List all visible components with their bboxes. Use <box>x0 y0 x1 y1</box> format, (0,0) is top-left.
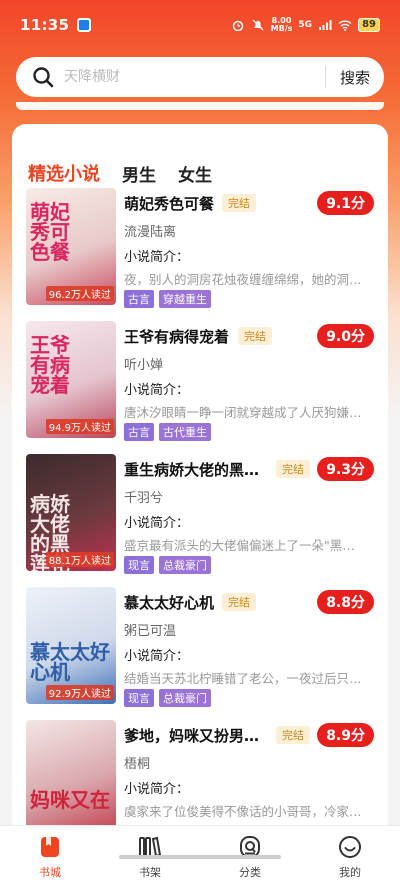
genre-tag: 现言 <box>124 556 154 574</box>
book-title[interactable]: 爹地，妈咪又扮男… <box>124 725 259 746</box>
book-title[interactable]: 王爷有病得宠着 <box>124 326 229 347</box>
category-tabs: 精选小说 男生 女生 <box>12 124 388 199</box>
book-title[interactable]: 重生病娇大佬的黑… <box>124 459 259 480</box>
search-bar[interactable]: 搜索 <box>16 57 384 97</box>
tag-list: 现言 总裁豪门 <box>124 556 211 574</box>
book-cover[interactable]: 萌妃秀可色餐 96.2万人读过 <box>26 188 116 305</box>
book-cover[interactable]: 慕太太好心机 92.9万人读过 <box>26 587 116 704</box>
score-badge: 9.3分 <box>317 457 374 481</box>
genre-tag: 总裁豪门 <box>159 689 211 707</box>
search-divider <box>324 66 326 88</box>
nav-label: 书架 <box>139 866 161 879</box>
read-count: 88.1万人读过 <box>45 552 114 567</box>
wifi-icon <box>338 20 352 31</box>
recommend-card: 精选小说 男生 女生 萌妃秀可色餐 96.2万人读过 萌妃秀色可餐 完结 9.1… <box>12 124 388 834</box>
book-title[interactable]: 萌妃秀色可餐 <box>124 193 214 214</box>
author: 粥已可温 <box>124 624 177 639</box>
book-item[interactable]: 慕太太好心机 92.9万人读过 慕太太好心机 完结 8.8分 粥已可温 小说简介… <box>12 587 388 712</box>
nav-profile[interactable]: 我的 <box>310 834 390 889</box>
intro-text: 夜，别人的洞房花烛夜缠缠绵绵，她的洞… <box>124 272 362 287</box>
genre-tag: 现言 <box>124 689 154 707</box>
book-city-icon <box>41 837 59 857</box>
book-item[interactable]: 萌妃秀可色餐 96.2万人读过 萌妃秀色可餐 完结 9.1分 流漫陆离 小说简介… <box>12 188 388 313</box>
intro-text: 盛京最有派头的大佬偏偏迷上了一朵"黑… <box>124 538 355 553</box>
score-badge: 9.1分 <box>317 191 374 215</box>
score-badge: 8.8分 <box>317 590 374 614</box>
tag-list: 古言 古代重生 <box>124 423 211 441</box>
book-title[interactable]: 慕太太好心机 <box>124 592 214 613</box>
intro-label: 小说简介： <box>124 516 190 531</box>
genre-tag: 古言 <box>124 423 154 441</box>
book-cover[interactable]: 妈咪又在 <box>26 720 116 834</box>
read-count: 94.9万人读过 <box>45 419 114 434</box>
intro-label: 小说简介： <box>124 250 190 265</box>
intro-label: 小说简介： <box>124 782 190 797</box>
status-time: 11:35 <box>20 16 70 34</box>
author: 流漫陆离 <box>124 225 177 240</box>
genre-tag: 穿越重生 <box>159 290 211 308</box>
read-count: 96.2万人读过 <box>45 286 114 301</box>
mute-icon <box>252 19 264 31</box>
nav-label: 分类 <box>239 866 261 879</box>
net-speed: 8.00 MB/s <box>270 16 293 33</box>
signal-icon <box>319 20 332 30</box>
tag-list: 现言 总裁豪门 <box>124 689 211 707</box>
search-input[interactable] <box>64 69 311 85</box>
app-notification-icon <box>77 18 92 32</box>
nav-label: 我的 <box>339 866 361 879</box>
status-badge: 完结 <box>276 726 310 744</box>
tab-female[interactable]: 女生 <box>178 161 212 186</box>
intro-text: 结婚当天苏北柠睡错了老公，一夜过后只… <box>124 671 362 686</box>
battery-indicator: 89 <box>358 18 380 32</box>
search-button[interactable]: 搜索 <box>340 67 370 88</box>
score-badge: 9.0分 <box>317 324 374 348</box>
author: 梧桐 <box>124 757 151 772</box>
author: 听小婵 <box>124 358 164 373</box>
search-icon <box>33 67 54 88</box>
genre-tag: 古代重生 <box>159 423 211 441</box>
author: 千羽兮 <box>124 491 164 506</box>
tag-list: 古言 穿越重生 <box>124 290 211 308</box>
alarm-icon <box>232 20 243 31</box>
book-item[interactable]: 病娇大佬的黑莲花 88.1万人读过 重生病娇大佬的黑… 完结 9.3分 千羽兮 … <box>12 454 388 579</box>
banner-edge <box>16 102 384 110</box>
intro-text: 唐沐汐眼睛一睁一闭就穿越成了人厌狗嫌… <box>124 405 362 420</box>
status-bar: 11:35 8.00 MB/s 5G 89 <box>0 0 400 50</box>
status-badge: 完结 <box>222 593 256 611</box>
intro-label: 小说简介： <box>124 383 190 398</box>
nav-book-city[interactable]: 书城 <box>10 834 90 889</box>
cover-title: 王爷有病宠着 <box>30 333 70 397</box>
nav-category[interactable]: 分类 <box>210 834 290 889</box>
cover-title: 妈咪又在 <box>30 788 110 812</box>
book-item[interactable]: 王爷有病宠着 94.9万人读过 王爷有病得宠着 完结 9.0分 听小婵 小说简介… <box>12 321 388 446</box>
status-badge: 完结 <box>276 460 310 478</box>
book-cover[interactable]: 病娇大佬的黑莲花 88.1万人读过 <box>26 454 116 571</box>
read-count: 92.9万人读过 <box>45 685 114 700</box>
tab-featured[interactable]: 精选小说 <box>28 160 100 199</box>
status-icons: 8.00 MB/s 5G 89 <box>231 17 380 33</box>
tab-male[interactable]: 男生 <box>122 161 156 186</box>
cover-title: 萌妃秀可色餐 <box>30 200 70 264</box>
genre-tag: 总裁豪门 <box>159 556 211 574</box>
nav-bookshelf[interactable]: 书架 <box>110 834 190 889</box>
book-cover[interactable]: 王爷有病宠着 94.9万人读过 <box>26 321 116 438</box>
profile-icon <box>339 836 361 858</box>
status-badge: 完结 <box>238 327 272 345</box>
home-indicator <box>119 855 281 859</box>
status-badge: 完结 <box>222 194 256 212</box>
intro-label: 小说简介： <box>124 649 190 664</box>
score-badge: 8.9分 <box>317 723 374 747</box>
nav-label: 书城 <box>39 866 61 879</box>
intro-text: 虞家来了位俊美得不像话的小哥哥，冷家… <box>124 804 362 819</box>
book-item[interactable]: 妈咪又在 爹地，妈咪又扮男… 完结 8.9分 梧桐 小说简介： 虞家来了位俊美得… <box>12 720 388 834</box>
genre-tag: 古言 <box>124 290 154 308</box>
signal-label: 5G <box>298 20 313 30</box>
cover-title: 慕太太好心机 <box>30 640 110 684</box>
